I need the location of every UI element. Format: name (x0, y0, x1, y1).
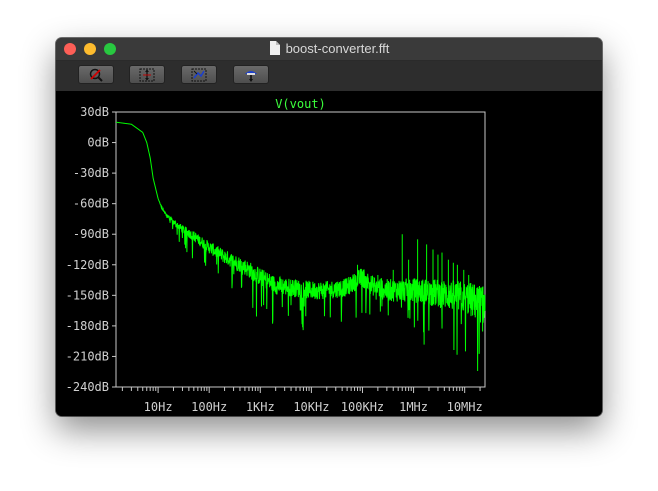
fft-window: boost-converter.fft V(vout) 30dB 0dB -30… (56, 38, 602, 416)
y-tick-label: -180dB (66, 319, 109, 333)
trace-label: V(vout) (275, 97, 326, 111)
plot-pane[interactable]: V(vout) 30dB 0dB -30dB -60dB -90dB -120dB -150d… (56, 91, 602, 416)
x-tick-label: 10KHz (293, 400, 329, 414)
y-tick-label: 30dB (80, 105, 109, 119)
y-tick-label: -120dB (66, 258, 109, 272)
plot-frame (115, 111, 486, 388)
x-tick-label: 10Hz (144, 400, 173, 414)
fft-plot[interactable]: V(vout) 30dB 0dB -30dB -60dB -90dB -120dB -150d… (56, 38, 602, 416)
y-tick-label: 0dB (87, 136, 109, 150)
x-tick-label: 1KHz (246, 400, 275, 414)
y-tick-label: -90dB (73, 227, 109, 241)
x-tick-label: 1MHz (399, 400, 428, 414)
y-tick-label: -150dB (66, 288, 109, 302)
x-tick-label: 10MHz (447, 400, 483, 414)
y-tick-label: -60dB (73, 197, 109, 211)
x-tick-label: 100Hz (191, 400, 227, 414)
y-tick-label: -210dB (66, 349, 109, 363)
y-tick-label: -30dB (73, 166, 109, 180)
y-tick-label: -240dB (66, 380, 109, 394)
trace-v-vout (115, 121, 486, 371)
x-tick-label: 100KHz (341, 400, 384, 414)
